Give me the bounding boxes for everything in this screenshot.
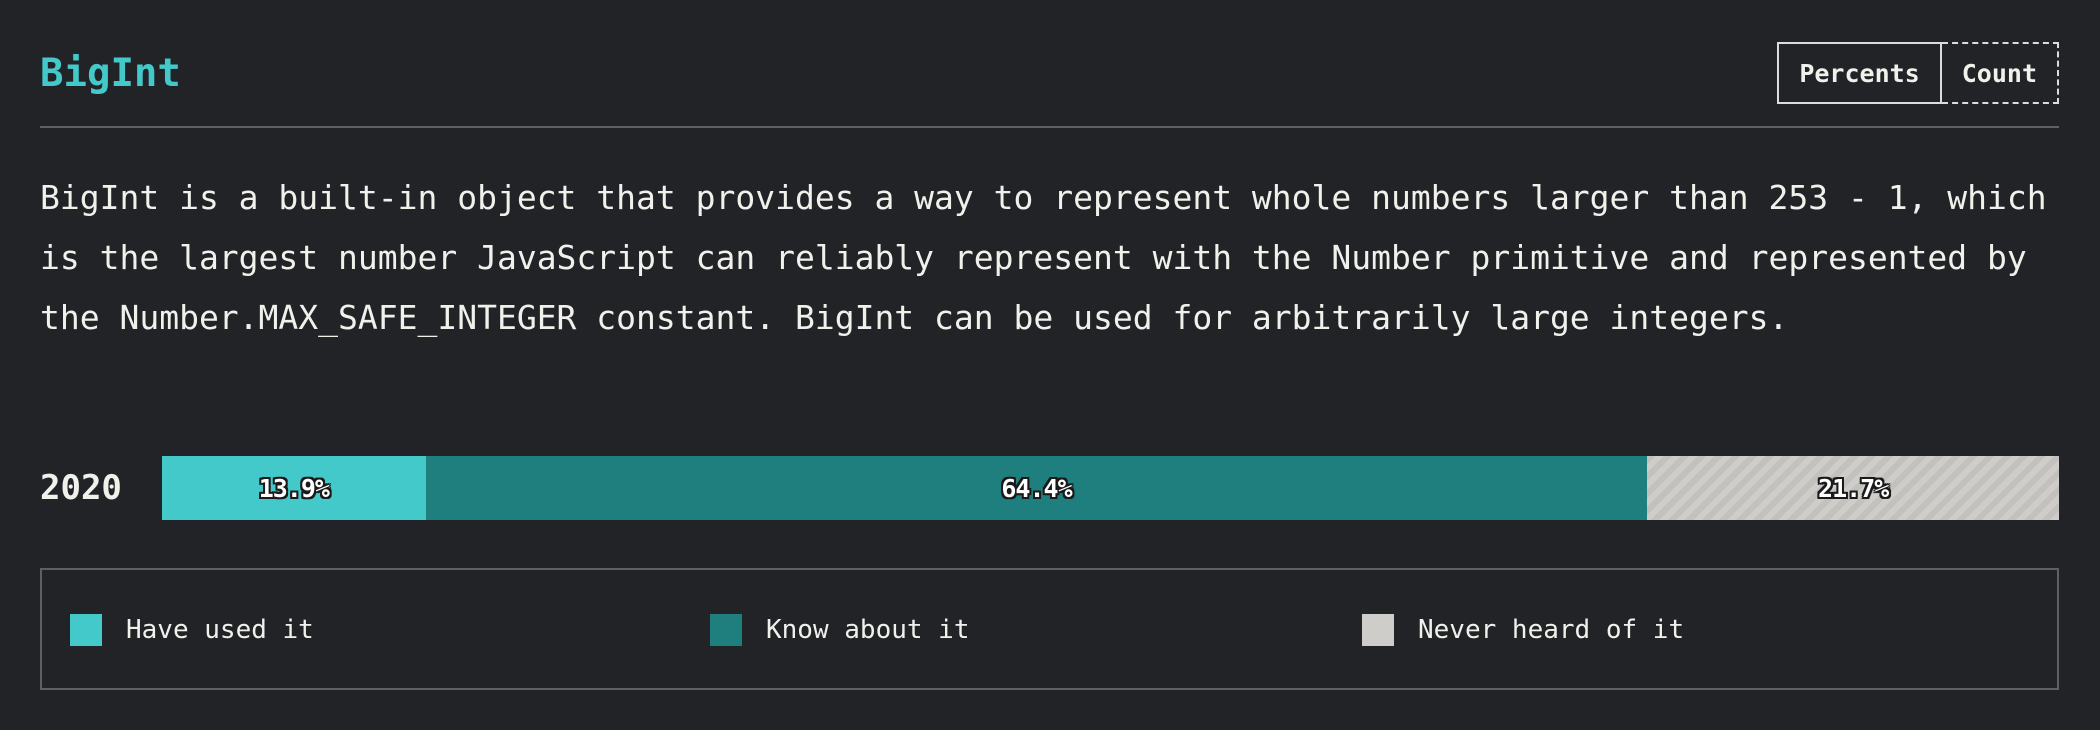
units-toggle: Percents Count xyxy=(1777,42,2059,104)
year-label: 2020 xyxy=(40,468,122,508)
legend-item-have-used[interactable]: Have used it xyxy=(70,614,314,646)
bar-value-label: 64.4% xyxy=(1001,473,1072,503)
chart-title: BigInt xyxy=(40,51,181,96)
legend-item-know-about[interactable]: Know about it xyxy=(710,614,970,646)
block-description: BigInt is a built-in object that provide… xyxy=(40,178,2047,337)
legend-item-never-heard[interactable]: Never heard of it xyxy=(1362,614,1684,646)
chart-legend: Have used it Know about it Never heard of … xyxy=(40,568,2059,690)
stacked-bar: 13.9% 64.4% 21.7% xyxy=(162,456,2059,520)
bar-segment-have-used[interactable]: 13.9% xyxy=(162,456,426,520)
bar-segment-never-heard[interactable]: 21.7% xyxy=(1647,456,2059,520)
legend-swatch xyxy=(710,614,742,646)
bar-segment-know-about[interactable]: 64.4% xyxy=(425,456,1648,520)
title-divider xyxy=(40,126,2059,128)
legend-label: Have used it xyxy=(126,615,314,645)
bar-value-label: 13.9% xyxy=(258,473,330,503)
percents-button[interactable]: Percents xyxy=(1777,42,1942,104)
count-button[interactable]: Count xyxy=(1941,42,2059,104)
legend-label: Know about it xyxy=(766,615,970,645)
bar-value-label: 21.7% xyxy=(1818,473,1889,503)
legend-label: Never heard of it xyxy=(1418,615,1685,645)
legend-swatch xyxy=(70,614,102,646)
legend-swatch xyxy=(1362,614,1394,646)
